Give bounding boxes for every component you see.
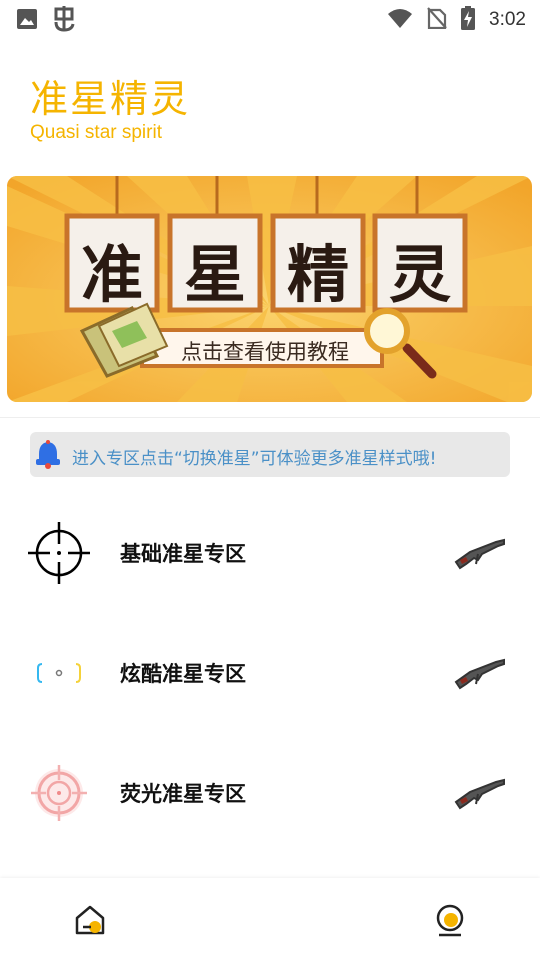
zone-label: 荧光准星专区 bbox=[120, 782, 246, 806]
basic-crosshair-icon bbox=[28, 522, 90, 584]
zone-item-basic[interactable]: 基础准星专区 bbox=[0, 512, 540, 592]
banner-char-3: 精 bbox=[286, 238, 349, 311]
zone-label: 基础准星专区 bbox=[120, 542, 246, 566]
rifle-icon bbox=[452, 776, 508, 810]
app-subtitle: Quasi star spirit bbox=[30, 122, 162, 143]
zone-item-fluorescent[interactable]: 荧光准星专区 bbox=[0, 752, 540, 832]
bottom-nav bbox=[0, 878, 540, 960]
banner-caption: 点击查看使用教程 bbox=[181, 340, 349, 364]
battery-charging-icon bbox=[461, 6, 476, 34]
app-title: 准星精灵 bbox=[30, 77, 191, 121]
tutorial-banner[interactable]: 准 星 精 灵 点击查看使用教程 bbox=[7, 176, 532, 402]
bell-icon bbox=[34, 440, 62, 474]
banner-char-2: 星 bbox=[183, 238, 246, 311]
banner-char-1: 准 bbox=[80, 238, 143, 311]
home-icon[interactable] bbox=[72, 902, 108, 938]
bug-icon bbox=[52, 6, 76, 36]
rifle-icon bbox=[452, 536, 508, 570]
profile-icon[interactable] bbox=[432, 902, 468, 938]
cool-crosshair-icon bbox=[28, 642, 90, 704]
wifi-icon bbox=[387, 8, 413, 32]
fluorescent-crosshair-icon bbox=[28, 762, 90, 824]
image-icon bbox=[16, 8, 38, 34]
zone-label: 炫酷准星专区 bbox=[120, 662, 246, 686]
no-sim-icon bbox=[427, 7, 447, 33]
notice-bar: 进入专区点击“切换准星”可体验更多准星样式哦! bbox=[30, 432, 510, 477]
status-bar: 3:02 bbox=[0, 0, 540, 36]
zone-item-cool[interactable]: 炫酷准星专区 bbox=[0, 632, 540, 712]
divider bbox=[0, 417, 540, 418]
notice-text: 进入专区点击“切换准星”可体验更多准星样式哦! bbox=[72, 449, 437, 469]
status-time: 3:02 bbox=[489, 9, 526, 30]
rifle-icon bbox=[452, 656, 508, 690]
banner-char-4: 灵 bbox=[388, 238, 451, 311]
